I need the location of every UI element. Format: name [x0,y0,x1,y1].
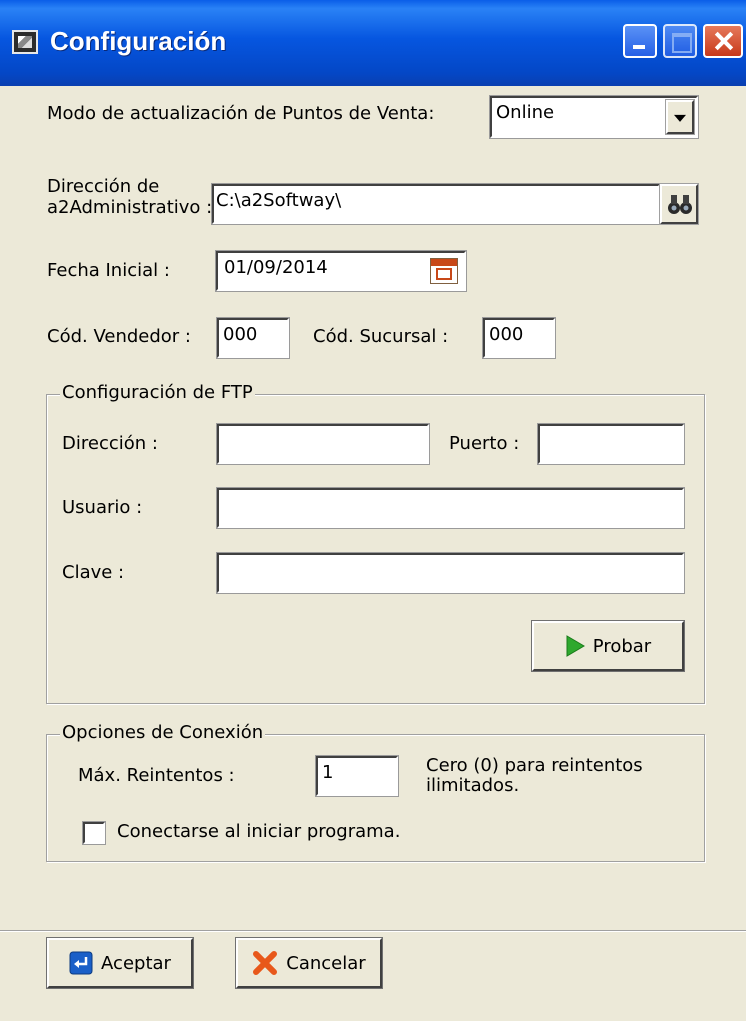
ftp-port-input[interactable] [537,423,685,465]
ftp-group-title: Configuración de FTP [60,382,255,403]
branch-code-value: 000 [489,324,524,345]
accept-button-label: Aceptar [101,952,171,974]
ftp-user-label: Usuario : [62,497,143,518]
ftp-password-input[interactable] [216,552,685,594]
admin-path-input[interactable]: C:\a2Softway\ [211,183,661,225]
retries-hint-line2: ilimitados. [426,775,520,796]
cancel-button-label: Cancelar [286,952,366,974]
calendar-icon[interactable] [430,258,458,284]
autoconnect-checkbox[interactable] [82,821,106,845]
test-ftp-button[interactable]: Probar [531,620,685,672]
cancel-button[interactable]: Cancelar [235,937,383,989]
start-date-input[interactable]: 01/09/2014 [215,250,467,292]
start-date-label: Fecha Inicial : [47,260,170,281]
play-icon [566,635,585,657]
cancel-x-icon [253,951,278,975]
seller-code-input[interactable]: 000 [216,317,290,359]
admin-path-label-line2: a2Administrativo : [47,197,213,218]
max-retries-label: Máx. Reintentos : [78,765,235,786]
mode-dropdown-button[interactable] [665,99,695,135]
max-retries-value: 1 [322,762,334,783]
app-icon [12,30,38,54]
autoconnect-label[interactable]: Conectarse al iniciar programa. [117,821,400,843]
configuration-dialog: Configuración Modo de actualización de P… [0,0,746,1021]
mode-label: Modo de actualización de Puntos de Venta… [47,103,435,124]
connection-group-title: Opciones de Conexión [60,722,266,743]
branch-code-label: Cód. Sucursal : [313,326,449,347]
ftp-address-input[interactable] [216,423,430,465]
mode-select-value: Online [496,102,555,123]
close-button[interactable] [703,24,743,58]
max-retries-input[interactable]: 1 [315,755,399,797]
admin-path-label-line1: Dirección de [47,176,160,197]
window-title: Configuración [50,26,227,56]
ftp-port-label: Puerto : [449,433,520,454]
seller-code-value: 000 [223,324,258,345]
connection-group [46,734,705,862]
binoculars-icon [668,195,692,214]
maximize-button[interactable] [663,24,697,58]
chevron-down-icon [674,114,686,122]
retries-hint-line1: Cero (0) para reintentos [426,755,643,776]
seller-code-label: Cód. Vendedor : [47,326,191,347]
admin-path-value: C:\a2Softway\ [216,190,342,211]
ftp-user-input[interactable] [216,487,685,529]
accept-button[interactable]: Aceptar [46,937,194,989]
title-bar[interactable]: Configuración [0,0,746,86]
test-ftp-button-label: Probar [592,635,652,657]
enter-icon [69,951,93,975]
ftp-address-label: Dirección : [62,433,158,454]
footer-divider [0,930,746,932]
browse-folder-button[interactable] [659,183,699,225]
branch-code-input[interactable]: 000 [482,317,556,359]
ftp-password-label: Clave : [62,562,125,583]
start-date-value: 01/09/2014 [224,257,328,278]
minimize-button[interactable] [623,24,657,58]
